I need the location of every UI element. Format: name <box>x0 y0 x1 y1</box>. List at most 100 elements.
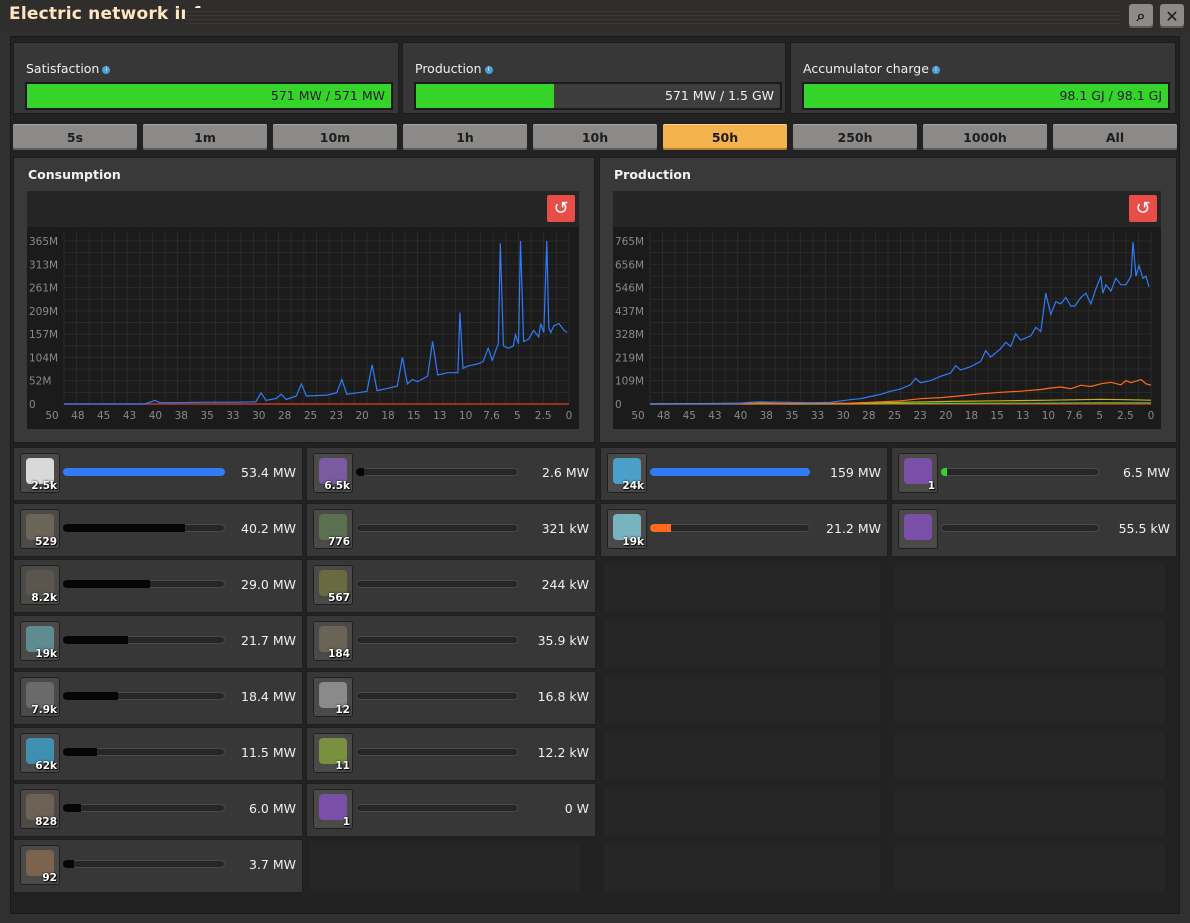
accumulator-label: Accumulator charge <box>803 61 929 76</box>
power-value: 11.5 MW <box>241 745 296 760</box>
title-bar[interactable]: Electric network info ⌕ ✕ <box>0 0 1190 32</box>
empty-slot <box>604 787 880 835</box>
power-bar-fill <box>63 860 75 868</box>
entity-icon-frame: 7.9k <box>20 677 60 717</box>
tab-10m[interactable]: 10m <box>273 124 397 150</box>
x-tick-label: 20 <box>939 410 952 422</box>
tab-all[interactable]: All <box>1053 124 1177 150</box>
power-value: 55.5 kW <box>1118 521 1170 536</box>
y-tick-label: 313M <box>29 259 58 271</box>
power-bar <box>63 748 225 756</box>
power-bar-fill <box>63 580 151 588</box>
y-tick-label: 104M <box>29 352 58 364</box>
entity-row[interactable]: 19k 21.7 MW <box>13 615 303 669</box>
y-tick-label: 0 <box>29 399 36 411</box>
power-bar <box>356 468 518 476</box>
power-value: 12.2 kW <box>537 745 589 760</box>
power-value: 321 kW <box>541 521 589 536</box>
entity-row[interactable]: 184 35.9 kW <box>306 615 596 669</box>
consumption-chart-header: ↺ <box>27 191 579 227</box>
window-title: Electric network info <box>9 4 213 24</box>
entity-row[interactable]: 55.5 kW <box>891 503 1177 557</box>
entity-row[interactable]: 1 6.5 MW <box>891 447 1177 501</box>
entity-count: 12 <box>335 704 350 716</box>
close-icon: ✕ <box>1165 6 1179 26</box>
empty-slot <box>895 787 1165 835</box>
info-icon[interactable]: i <box>931 66 940 74</box>
info-icon[interactable]: i <box>484 66 493 74</box>
empty-slot <box>895 731 1165 779</box>
tab-1h[interactable]: 1h <box>403 124 527 150</box>
entity-count: 6.5k <box>324 480 350 492</box>
y-tick-label: 365M <box>29 236 58 248</box>
tab-250h[interactable]: 250h <box>793 124 917 150</box>
satisfaction-value: 571 MW / 571 MW <box>270 88 385 103</box>
reset-zoom-button[interactable]: ↺ <box>1129 195 1157 222</box>
entity-count: 776 <box>328 536 350 548</box>
tab-5s[interactable]: 5s <box>13 124 137 150</box>
entity-row[interactable]: 776 321 kW <box>306 503 596 557</box>
power-bar-fill <box>63 804 81 812</box>
entity-row[interactable]: 8.2k 29.0 MW <box>13 559 303 613</box>
x-tick-label: 33 <box>811 410 824 422</box>
x-tick-label: 40 <box>734 410 747 422</box>
tab-10h[interactable]: 10h <box>533 124 657 150</box>
production-value: 571 MW / 1.5 GW <box>664 88 774 103</box>
power-bar <box>63 524 225 532</box>
consumption-panel: Consumption ↺ 0 52M 104M 157M 209M 261M 313M 36… <box>13 157 595 443</box>
x-tick-label: 10 <box>1042 410 1055 422</box>
entity-row[interactable]: 24k 159 MW <box>600 447 888 501</box>
entity-icon-frame: 2.5k <box>20 453 60 493</box>
y-tick-label: 0 <box>615 399 622 411</box>
y-tick-label: 157M <box>29 329 58 341</box>
entity-count: 529 <box>35 536 57 548</box>
power-value: 35.9 kW <box>537 633 589 648</box>
power-value: 21.7 MW <box>241 633 296 648</box>
close-button[interactable]: ✕ <box>1160 4 1184 28</box>
x-tick-label: 2.5 <box>1117 410 1134 422</box>
entity-row[interactable]: 7.9k 18.4 MW <box>13 671 303 725</box>
search-icon: ⌕ <box>1136 6 1146 25</box>
empty-slot <box>604 675 880 723</box>
entity-row[interactable]: 92 3.7 MW <box>13 839 303 893</box>
entity-icon-frame: 184 <box>313 621 353 661</box>
power-value: 6.0 MW <box>249 801 296 816</box>
entity-row[interactable]: 2.5k 53.4 MW <box>13 447 303 501</box>
reset-zoom-button[interactable]: ↺ <box>547 195 575 222</box>
tab-50h[interactable]: 50h <box>663 124 787 150</box>
y-tick-label: 219M <box>615 352 644 364</box>
power-bar <box>356 580 518 588</box>
entity-count: 184 <box>328 648 350 660</box>
search-button[interactable]: ⌕ <box>1129 4 1153 28</box>
entity-row[interactable]: 567 244 kW <box>306 559 596 613</box>
entity-row[interactable]: 12 16.8 kW <box>306 671 596 725</box>
x-tick-label: 18 <box>965 410 978 422</box>
entity-row[interactable]: 6.5k 2.6 MW <box>306 447 596 501</box>
entity-count: 19k <box>622 536 644 548</box>
entity-row[interactable]: 1 0 W <box>306 783 596 837</box>
x-tick-label: 43 <box>123 410 136 422</box>
tab-1000h[interactable]: 1000h <box>923 124 1047 150</box>
x-tick-label: 43 <box>708 410 721 422</box>
consumption-chart[interactable]: 0 52M 104M 157M 209M 261M 313M 365M 50 48 45 43 40 38… <box>27 227 579 429</box>
entity-row[interactable]: 11 12.2 kW <box>306 727 596 781</box>
info-icon[interactable]: i <box>102 66 111 74</box>
entity-row[interactable]: 19k 21.2 MW <box>600 503 888 557</box>
drag-handle[interactable] <box>185 8 1120 24</box>
x-tick-label: 50 <box>631 410 644 422</box>
entity-icon-frame: 567 <box>313 565 353 605</box>
power-value: 16.8 kW <box>537 689 589 704</box>
x-tick-label: 5 <box>514 410 521 422</box>
y-tick-label: 209M <box>29 306 58 318</box>
production-chart[interactable]: 0 109M 219M 328M 437M 546M 656M 765M 50 48 45 43 40 3… <box>613 227 1161 429</box>
power-bar <box>356 692 518 700</box>
tab-1m[interactable]: 1m <box>143 124 267 150</box>
entity-row[interactable]: 529 40.2 MW <box>13 503 303 557</box>
power-bar-fill <box>63 524 185 532</box>
entity-row[interactable]: 828 6.0 MW <box>13 783 303 837</box>
power-bar-fill <box>63 692 119 700</box>
production-chart-header: ↺ <box>613 191 1161 227</box>
entity-icon-frame: 24k <box>607 453 647 493</box>
entity-row[interactable]: 62k 11.5 MW <box>13 727 303 781</box>
x-tick-label: 48 <box>657 410 670 422</box>
